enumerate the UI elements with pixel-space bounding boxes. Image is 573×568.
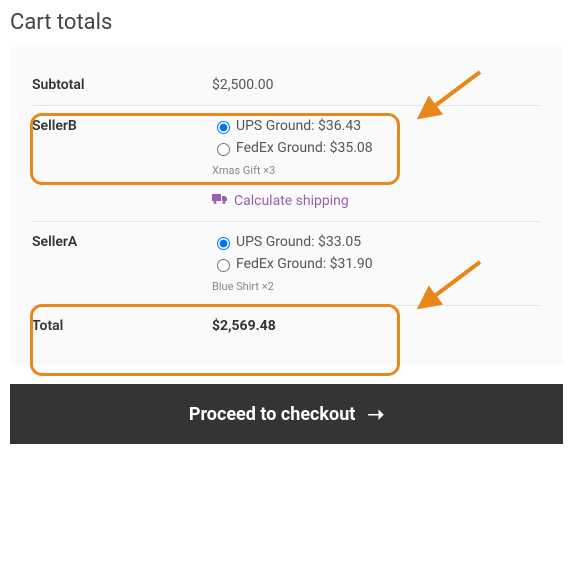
truck-icon bbox=[212, 193, 228, 209]
shipping-radio[interactable] bbox=[217, 259, 230, 272]
subtotal-value: $2,500.00 bbox=[212, 77, 541, 93]
shipping-option-label: UPS Ground: $33.05 bbox=[236, 234, 361, 250]
shipping-option[interactable]: UPS Ground: $36.43 bbox=[212, 118, 541, 134]
shipping-radio[interactable] bbox=[217, 143, 230, 156]
calculate-shipping-link[interactable]: Calculate shipping bbox=[212, 193, 349, 209]
seller-row: SellerB UPS Ground: $36.43 FedEx Ground:… bbox=[32, 105, 541, 221]
arrow-right-icon: ➝ bbox=[367, 402, 384, 426]
shipping-option[interactable]: UPS Ground: $33.05 bbox=[212, 234, 541, 250]
seller-row: SellerA UPS Ground: $33.05 FedEx Ground:… bbox=[32, 221, 541, 305]
calculate-shipping-label: Calculate shipping bbox=[234, 193, 349, 209]
shipping-option[interactable]: FedEx Ground: $31.90 bbox=[212, 256, 541, 272]
total-row: Total $2,569.48 bbox=[32, 305, 541, 346]
item-note: Xmas Gift ×3 bbox=[212, 164, 541, 177]
total-label: Total bbox=[32, 318, 212, 334]
cart-totals-table: Subtotal $2,500.00 SellerB UPS Ground: $… bbox=[10, 47, 563, 364]
shipping-option-label: FedEx Ground: $31.90 bbox=[236, 256, 373, 272]
proceed-to-checkout-button[interactable]: Proceed to checkout ➝ bbox=[10, 384, 563, 444]
checkout-label: Proceed to checkout bbox=[189, 404, 356, 425]
subtotal-row: Subtotal $2,500.00 bbox=[32, 65, 541, 105]
total-value: $2,569.48 bbox=[212, 318, 541, 334]
seller-name: SellerB bbox=[32, 118, 212, 209]
subtotal-label: Subtotal bbox=[32, 77, 212, 93]
shipping-radio[interactable] bbox=[217, 237, 230, 250]
shipping-option-label: FedEx Ground: $35.08 bbox=[236, 140, 373, 156]
page-title: Cart totals bbox=[10, 10, 563, 35]
shipping-option[interactable]: FedEx Ground: $35.08 bbox=[212, 140, 541, 156]
seller-name: SellerA bbox=[32, 234, 212, 293]
shipping-radio[interactable] bbox=[217, 121, 230, 134]
item-note: Blue Shirt ×2 bbox=[212, 280, 541, 293]
shipping-option-label: UPS Ground: $36.43 bbox=[236, 118, 361, 134]
